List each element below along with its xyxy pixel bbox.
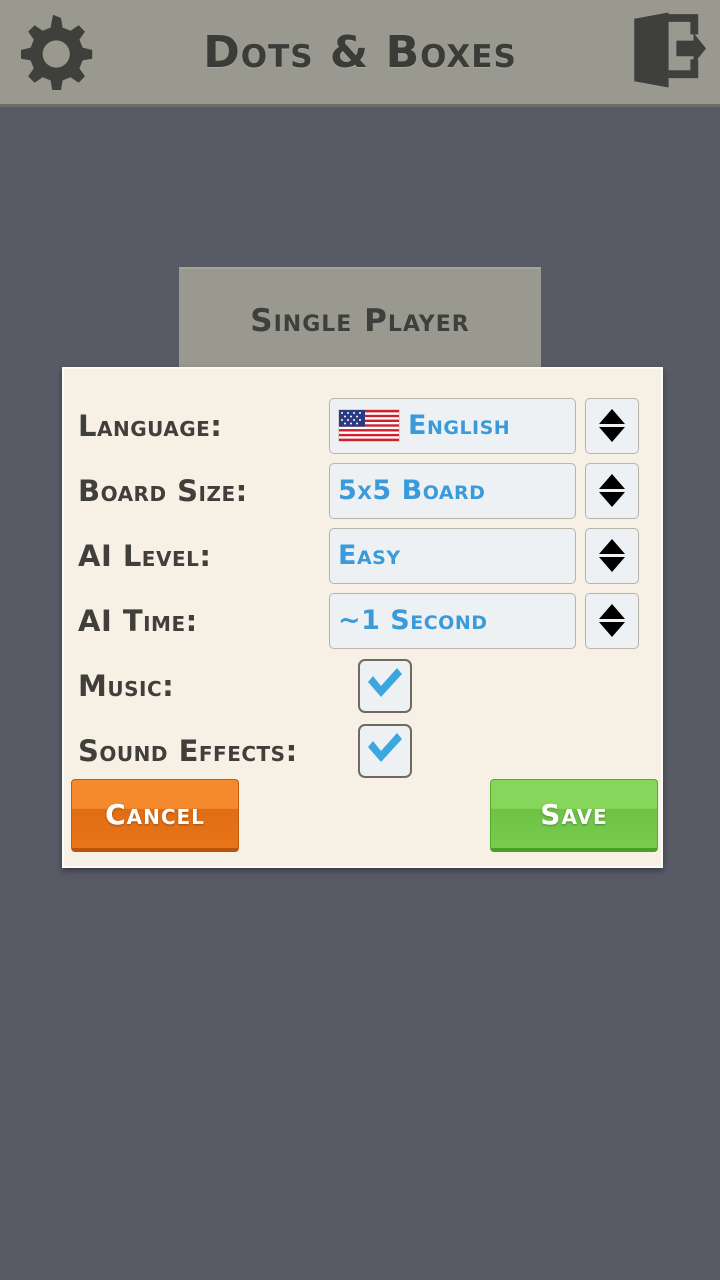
setting-row-sound-effects: Sound Effects: (78, 718, 639, 783)
setting-row-music: Music: (78, 653, 639, 718)
setting-control-ai-time: ~1 Second (329, 592, 639, 649)
ai-time-value: ~1 Second (338, 605, 488, 636)
us-flag-icon (338, 409, 400, 442)
ai-time-selector[interactable]: ~1 Second (329, 592, 576, 649)
checkmark-icon (365, 666, 405, 705)
chevron-up-icon (599, 539, 625, 554)
setting-label-ai-time: AI Time: (78, 603, 198, 638)
app-header: Dots & Boxes (0, 0, 720, 107)
setting-label-ai-level: AI Level: (78, 538, 212, 573)
chevron-up-icon (599, 604, 625, 619)
setting-control-sound-effects (358, 723, 412, 778)
setting-label-language: Language: (78, 408, 223, 443)
chevron-up-icon (599, 409, 625, 424)
setting-control-music (358, 658, 412, 713)
exit-door-icon (628, 11, 706, 94)
cancel-button[interactable]: Cancel (71, 779, 239, 852)
setting-row-ai-time: AI Time: ~1 Second (78, 588, 639, 653)
setting-control-language: English (329, 397, 639, 454)
setting-row-ai-level: AI Level: Easy (78, 523, 639, 588)
chevron-down-icon (599, 622, 625, 637)
setting-label-board-size: Board Size: (78, 473, 248, 508)
checkmark-icon (365, 731, 405, 770)
save-button[interactable]: Save (490, 779, 658, 852)
language-value: English (408, 410, 511, 441)
board-size-selector[interactable]: 5x5 Board (329, 462, 576, 519)
board-size-value: 5x5 Board (338, 475, 486, 506)
chevron-down-icon (599, 557, 625, 572)
setting-row-language: Language: English (78, 393, 639, 458)
ai-level-value: Easy (338, 540, 401, 571)
setting-label-music: Music: (78, 668, 175, 703)
music-checkbox[interactable] (358, 658, 412, 713)
single-player-button[interactable]: Single Player (179, 267, 541, 372)
setting-label-sound-effects: Sound Effects: (78, 733, 298, 768)
ai-time-spinner[interactable] (585, 592, 639, 649)
chevron-up-icon (599, 474, 625, 489)
setting-control-board-size: 5x5 Board (329, 462, 639, 519)
language-selector[interactable]: English (329, 397, 576, 454)
chevron-down-icon (599, 427, 625, 442)
sound-effects-checkbox[interactable] (358, 723, 412, 778)
page-title: Dots & Boxes (203, 26, 517, 78)
chevron-down-icon (599, 492, 625, 507)
gear-icon (13, 10, 93, 95)
settings-gear-button[interactable] (10, 9, 96, 95)
dialog-actions: Cancel Save (64, 779, 665, 852)
settings-dialog: Language: English Board Size: 5x5 Board … (62, 367, 663, 868)
setting-control-ai-level: Easy (329, 527, 639, 584)
ai-level-spinner[interactable] (585, 527, 639, 584)
language-spinner[interactable] (585, 397, 639, 454)
ai-level-selector[interactable]: Easy (329, 527, 576, 584)
setting-row-board-size: Board Size: 5x5 Board (78, 458, 639, 523)
board-size-spinner[interactable] (585, 462, 639, 519)
exit-button[interactable] (624, 9, 710, 95)
